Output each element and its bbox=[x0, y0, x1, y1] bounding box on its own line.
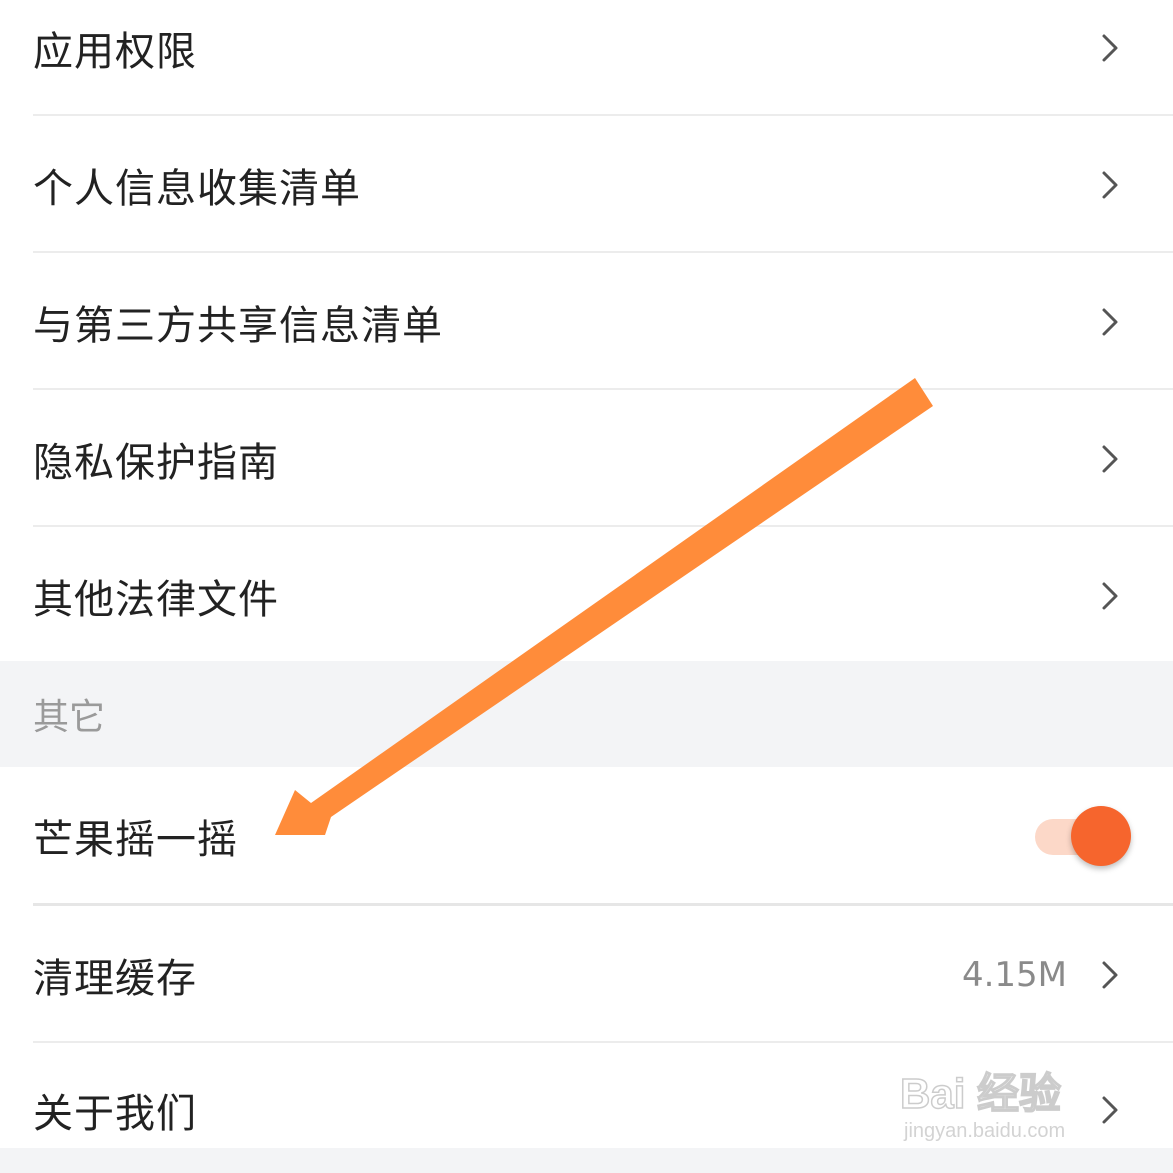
row-clear-cache[interactable]: 清理缓存 4.15M bbox=[0, 906, 1173, 1043]
row-privacy-guide[interactable]: 隐私保护指南 bbox=[0, 390, 1173, 527]
row-label: 芒果摇一摇 bbox=[33, 816, 238, 863]
chevron-right-icon bbox=[1102, 308, 1118, 335]
row-label: 清理缓存 bbox=[33, 955, 197, 1002]
settings-page: 应用权限 个人信息收集清单 与第三方共享信息清单 隐私保护指南 其他法律文件 其… bbox=[0, 0, 1173, 1173]
row-label: 隐私保护指南 bbox=[33, 439, 279, 486]
row-label: 个人信息收集清单 bbox=[33, 165, 361, 212]
row-label: 关于我们 bbox=[33, 1091, 197, 1137]
chevron-right-icon bbox=[1102, 1096, 1118, 1124]
row-label: 其他法律文件 bbox=[33, 576, 279, 623]
chevron-right-icon bbox=[1102, 34, 1118, 61]
row-about-us[interactable]: 关于我们 bbox=[0, 1043, 1173, 1148]
cache-size-value: 4.15M bbox=[961, 954, 1067, 995]
row-other-legal-docs[interactable]: 其他法律文件 bbox=[0, 527, 1173, 664]
section-header-other: 其它 bbox=[0, 661, 1173, 767]
row-personal-info-list[interactable]: 个人信息收集清单 bbox=[0, 116, 1173, 253]
row-label: 与第三方共享信息清单 bbox=[33, 302, 443, 349]
row-mango-shake: 芒果摇一摇 bbox=[0, 767, 1173, 904]
chevron-right-icon bbox=[1102, 582, 1118, 609]
chevron-right-icon bbox=[1102, 445, 1118, 472]
row-label: 应用权限 bbox=[33, 28, 197, 75]
row-third-party-sharing-list[interactable]: 与第三方共享信息清单 bbox=[0, 253, 1173, 390]
row-app-permissions[interactable]: 应用权限 bbox=[0, 0, 1173, 116]
chevron-right-icon bbox=[1102, 171, 1118, 198]
chevron-right-icon bbox=[1102, 961, 1118, 988]
bottom-strip bbox=[0, 1148, 1173, 1173]
toggle-thumb bbox=[1071, 805, 1131, 866]
section-title: 其它 bbox=[33, 697, 106, 738]
shake-toggle[interactable] bbox=[1035, 805, 1131, 866]
